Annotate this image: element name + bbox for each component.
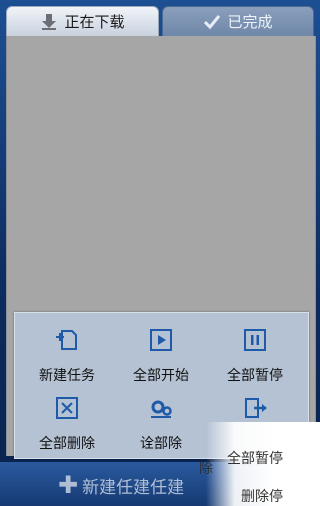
play-all-icon <box>150 329 172 351</box>
tab-completed[interactable]: 已完成 <box>162 6 314 36</box>
bottom-new-task-label: 新建任建任建 <box>82 477 185 498</box>
menu-item-start-all[interactable]: 全部开始 <box>112 327 210 385</box>
bottom-new-task-button[interactable]: ✚ 新建任建任建 <box>58 471 185 499</box>
menu-item-pause-all-label: 全部暂停 <box>227 368 283 384</box>
plus-icon: ✚ <box>58 471 79 499</box>
menu-item-start-all-label: 全部开始 <box>133 368 189 384</box>
menu-item-new-task-label: 新建任务 <box>39 368 95 384</box>
tab-downloading-label: 正在下载 <box>64 13 125 31</box>
menu-item-pause-all[interactable]: 全部暂停 <box>206 327 304 385</box>
menu-item-delete-all[interactable]: 全部删除 <box>18 395 116 453</box>
delete-all-icon <box>56 397 78 419</box>
exit-icon <box>245 398 267 418</box>
menu-item-settings[interactable]: 诠部除 <box>112 395 210 453</box>
download-arrow-icon <box>42 13 57 30</box>
menu-item-new-task[interactable]: 新建任务 <box>18 327 116 385</box>
ghost-pause-all-text: 全部暂停 <box>227 451 283 467</box>
new-task-icon <box>56 330 77 350</box>
tab-downloading[interactable]: 正在下载 <box>6 6 159 36</box>
menu-item-delete-all-label: 全部删除 <box>39 436 95 452</box>
menu-item-settings-label: 诠部除 <box>140 436 182 452</box>
pause-all-icon <box>244 329 266 351</box>
ghost-delete-pause-text: 删除停 <box>241 489 283 505</box>
settings-gear-icon <box>151 400 172 418</box>
checkmark-icon <box>204 14 221 29</box>
tab-completed-label: 已完成 <box>227 13 273 31</box>
ghost-delete-fragment: 除 <box>199 461 213 477</box>
